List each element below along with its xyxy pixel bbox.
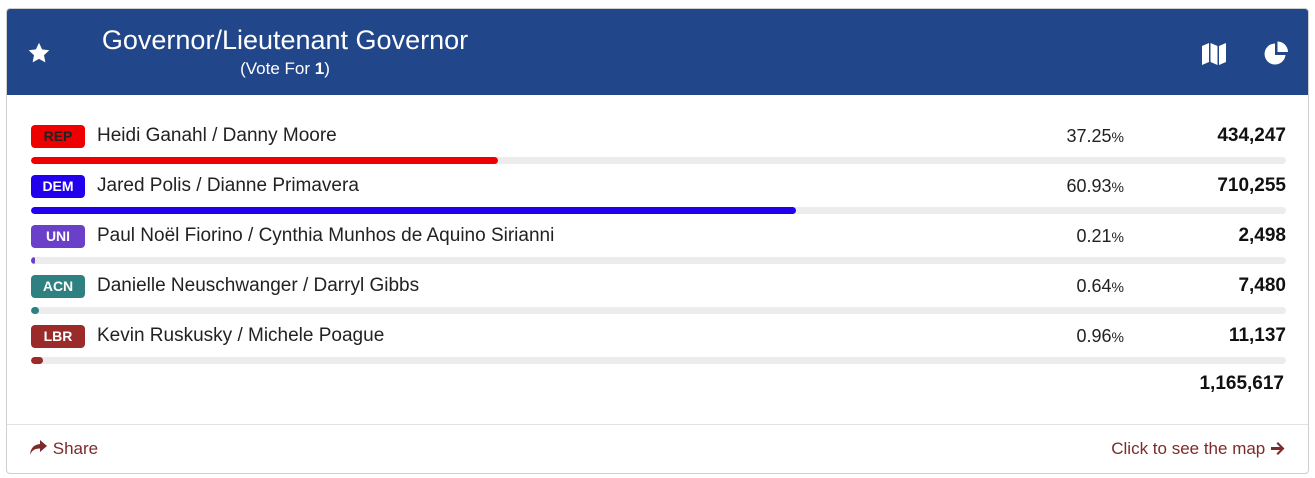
candidate-name: Heidi Ganahl / Danny Moore: [97, 125, 337, 146]
vote-bar-fill: [31, 257, 35, 264]
vote-bar-fill: [31, 207, 796, 214]
percent-value: 0.64: [1076, 276, 1112, 296]
vote-bar-track: [31, 257, 1286, 264]
contest-card: Governor/Lieutenant Governor (Vote For 1…: [6, 8, 1309, 474]
vote-bar-fill: [31, 357, 43, 364]
percent-sign: %: [1111, 329, 1124, 345]
pie-chart-icon[interactable]: [1264, 41, 1289, 66]
party-badge: ACN: [31, 275, 85, 298]
vote-bar-track: [31, 207, 1286, 214]
percent-value: 0.21: [1076, 226, 1112, 246]
see-map-label: Click to see the map: [1111, 439, 1266, 458]
vote-for-count: 1: [314, 59, 325, 78]
contest-header: Governor/Lieutenant Governor (Vote For 1…: [7, 9, 1308, 95]
candidate-row: DEM Jared Polis / Dianne Primavera 60.93% 7…: [31, 169, 1286, 219]
map-icon[interactable]: [1201, 42, 1227, 66]
vote-percentage: 0.96%: [1077, 323, 1125, 350]
vote-percentage: 37.25%: [1067, 123, 1125, 150]
share-button[interactable]: Share: [29, 439, 98, 459]
vote-bar-fill: [31, 307, 39, 314]
party-badge: REP: [31, 125, 85, 148]
candidate-row: LBR Kevin Ruskusky / Michele Poague 0.96% 1…: [31, 319, 1286, 369]
percent-sign: %: [1111, 179, 1124, 195]
star-icon[interactable]: [27, 41, 51, 65]
candidate-name: Paul Noël Fiorino / Cynthia Munhos de Aq…: [97, 225, 555, 246]
vote-count: 2,498: [1238, 225, 1286, 246]
footer-divider: [7, 424, 1308, 425]
percent-value: 60.93: [1066, 176, 1112, 196]
vote-percentage: 60.93%: [1067, 173, 1125, 200]
candidate-name: Kevin Ruskusky / Michele Poague: [97, 325, 385, 346]
vote-for-label: (Vote For 1): [95, 57, 475, 81]
percent-sign: %: [1111, 279, 1124, 295]
party-badge: UNI: [31, 225, 85, 248]
share-arrow-icon: [30, 440, 47, 455]
candidate-row: REP Heidi Ganahl / Danny Moore 37.25% 434,2…: [31, 119, 1286, 169]
percent-value: 37.25: [1066, 126, 1112, 146]
vote-count: 7,480: [1238, 275, 1286, 296]
arrow-right-icon: [1271, 442, 1285, 455]
vote-bar-track: [31, 357, 1286, 364]
vote-percentage: 0.21%: [1077, 223, 1125, 250]
candidate-name: Jared Polis / Dianne Primavera: [97, 175, 359, 196]
candidate-name: Danielle Neuschwanger / Darryl Gibbs: [97, 275, 420, 296]
vote-count: 434,247: [1217, 125, 1286, 146]
vote-percentage: 0.64%: [1077, 273, 1125, 300]
vote-bar-fill: [31, 157, 498, 164]
percent-value: 0.96: [1076, 326, 1112, 346]
vote-count: 11,137: [1228, 325, 1286, 346]
share-label: Share: [52, 439, 99, 458]
party-badge: LBR: [31, 325, 85, 348]
see-map-link[interactable]: Click to see the map: [1111, 439, 1286, 459]
candidate-row: ACN Danielle Neuschwanger / Darryl Gibbs 0…: [31, 269, 1286, 319]
party-badge: DEM: [31, 175, 85, 198]
contest-title-block: Governor/Lieutenant Governor (Vote For 1…: [95, 23, 475, 81]
vote-for-suffix: ): [324, 59, 330, 78]
total-votes: 1,165,617: [1199, 373, 1284, 394]
vote-count: 710,255: [1217, 175, 1286, 196]
vote-bar-track: [31, 307, 1286, 314]
vote-for-prefix: (Vote For: [240, 59, 315, 78]
percent-sign: %: [1111, 129, 1124, 145]
candidate-row: UNI Paul Noël Fiorino / Cynthia Munhos de…: [31, 219, 1286, 269]
vote-bar-track: [31, 157, 1286, 164]
percent-sign: %: [1111, 229, 1124, 245]
contest-title: Governor/Lieutenant Governor: [101, 25, 469, 55]
